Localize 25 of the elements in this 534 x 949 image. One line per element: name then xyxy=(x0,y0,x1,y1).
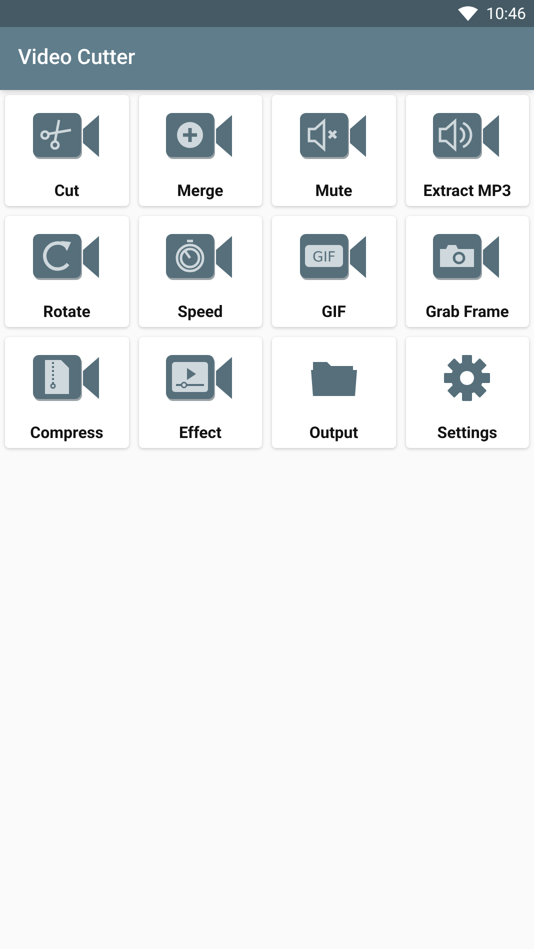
tool-tile[interactable]: Mute xyxy=(272,95,396,206)
tool-tile[interactable]: Output xyxy=(272,337,396,448)
status-time: 10:46 xyxy=(486,2,526,24)
plus-video-icon xyxy=(166,112,234,160)
tool-tile[interactable]: Settings xyxy=(406,337,529,448)
tool-tile[interactable]: Compress xyxy=(5,337,128,448)
settings-icon xyxy=(443,354,492,402)
scissors-video-icon xyxy=(32,112,101,160)
tool-tile[interactable]: Cut xyxy=(5,95,128,206)
app-title: Video Cutter xyxy=(18,44,136,72)
muted-speaker-video-icon xyxy=(300,112,368,160)
tool-tile[interactable]: GIF GIF xyxy=(272,216,396,327)
camera-video-icon xyxy=(433,234,502,280)
tool-tile[interactable]: Grab Frame xyxy=(406,216,529,327)
tool-tile[interactable]: Merge xyxy=(138,95,262,206)
tool-tile[interactable]: Rotate xyxy=(5,216,128,327)
wifi-icon xyxy=(458,6,478,21)
player-video-icon xyxy=(166,354,234,402)
stopwatch-video-icon xyxy=(166,234,234,280)
tool-tile[interactable]: Effect xyxy=(138,337,262,448)
tool-tile[interactable]: Extract MP3 xyxy=(406,95,529,206)
zip-file-video-icon xyxy=(32,354,101,402)
rotate-video-icon xyxy=(32,234,101,280)
speaker-video-icon xyxy=(433,112,502,160)
tool-tile[interactable]: Speed xyxy=(138,216,262,327)
